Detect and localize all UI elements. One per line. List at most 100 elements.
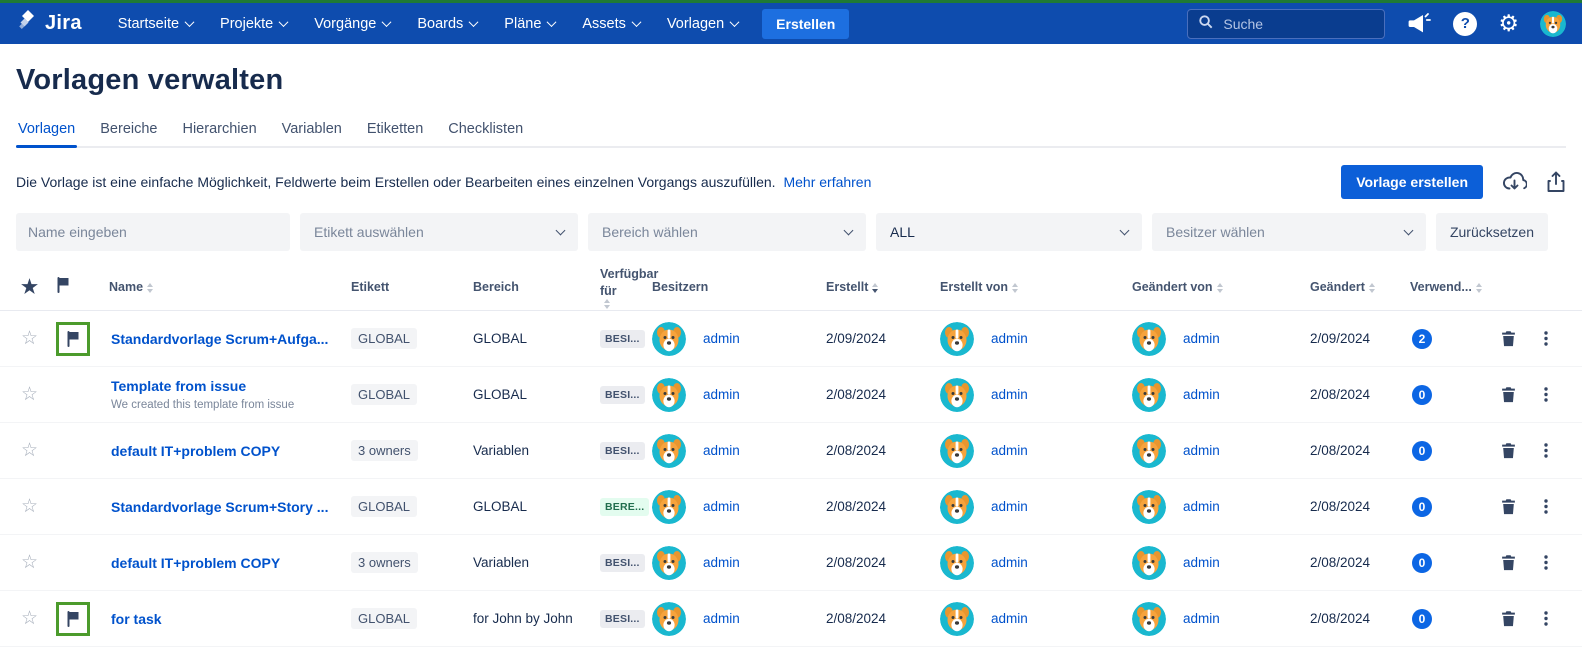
tab-bereiche[interactable]: Bereiche <box>98 121 159 146</box>
creator-avatar <box>940 378 974 412</box>
sort-icon <box>1369 283 1375 293</box>
owner-link[interactable]: admin <box>703 499 740 514</box>
header-bereich: Bereich <box>473 279 600 296</box>
megaphone-icon[interactable] <box>1406 12 1432 36</box>
modifier-link[interactable]: admin <box>1183 331 1220 346</box>
header-name[interactable]: Name <box>103 279 351 296</box>
owner-link[interactable]: admin <box>703 611 740 626</box>
more-menu-icon[interactable] <box>1538 498 1554 515</box>
main-menu-item[interactable]: Startseite <box>118 16 193 32</box>
scope-filter-select[interactable]: Bereich wählen <box>588 213 866 251</box>
star-header-icon[interactable]: ★ <box>16 275 38 301</box>
export-icon[interactable] <box>1546 171 1566 193</box>
header-geaendert-von[interactable]: Geändert von <box>1132 279 1310 296</box>
flag-header-icon[interactable] <box>56 277 70 298</box>
template-name-link[interactable]: for task <box>111 611 162 627</box>
delete-icon[interactable] <box>1500 554 1517 571</box>
tab-hierarchien[interactable]: Hierarchien <box>180 121 258 146</box>
delete-icon[interactable] <box>1500 386 1517 403</box>
modifier-link[interactable]: admin <box>1183 443 1220 458</box>
flag-box[interactable] <box>56 602 90 636</box>
owner-filter-select[interactable]: Besitzer wählen <box>1152 213 1426 251</box>
modifier-link[interactable]: admin <box>1183 611 1220 626</box>
label-filter-select[interactable]: Etikett auswählen <box>300 213 578 251</box>
creator-link[interactable]: admin <box>991 555 1028 570</box>
owner-link[interactable]: admin <box>703 555 740 570</box>
modifier-link[interactable]: admin <box>1183 387 1220 402</box>
main-menu-item[interactable]: Vorgänge <box>314 16 390 32</box>
creator-avatar <box>940 434 974 468</box>
main-menu-item[interactable]: Boards <box>417 16 477 32</box>
header-erstellt[interactable]: Erstellt <box>826 279 940 296</box>
template-name-link[interactable]: Standardvorlage Scrum+Story ... <box>111 499 328 515</box>
creator-link[interactable]: admin <box>991 331 1028 346</box>
main-menu-item[interactable]: Assets <box>582 16 640 32</box>
main-menu-item[interactable]: Vorlagen <box>667 16 738 32</box>
more-menu-icon[interactable] <box>1538 554 1554 571</box>
availability-chip[interactable]: BESI... <box>600 386 645 404</box>
flag-box[interactable] <box>56 322 90 356</box>
star-icon[interactable]: ☆ <box>16 607 38 630</box>
table-row: ☆ Standardvorlage Scrum+Story ... GLOBAL… <box>0 479 1582 535</box>
modifier-link[interactable]: admin <box>1183 499 1220 514</box>
header-erstellt-von[interactable]: Erstellt von <box>940 279 1132 296</box>
star-icon[interactable]: ☆ <box>16 327 38 350</box>
search-box[interactable] <box>1187 9 1385 39</box>
tab-checklisten[interactable]: Checklisten <box>446 121 525 146</box>
jira-logo[interactable]: Jira <box>16 9 82 38</box>
creator-link[interactable]: admin <box>991 499 1028 514</box>
star-icon[interactable]: ☆ <box>16 383 38 406</box>
template-name-link[interactable]: default IT+problem COPY <box>111 443 280 459</box>
create-template-button[interactable]: Vorlage erstellen <box>1341 165 1483 199</box>
availability-chip[interactable]: BESI... <box>600 610 645 628</box>
template-name-link[interactable]: Standardvorlage Scrum+Aufga... <box>111 331 328 347</box>
create-button[interactable]: Erstellen <box>762 9 849 39</box>
profile-avatar[interactable] <box>1540 11 1566 37</box>
availability-chip[interactable]: BESI... <box>600 330 645 348</box>
tab-variablen[interactable]: Variablen <box>280 121 344 146</box>
delete-icon[interactable] <box>1500 442 1517 459</box>
delete-icon[interactable] <box>1500 610 1517 627</box>
more-menu-icon[interactable] <box>1538 442 1554 459</box>
tab-etiketten[interactable]: Etiketten <box>365 121 425 146</box>
owner-link[interactable]: admin <box>703 387 740 402</box>
owner-link[interactable]: admin <box>703 443 740 458</box>
main-menu-item[interactable]: Pläne <box>504 16 555 32</box>
chevron-down-icon <box>382 17 392 27</box>
header-verwendungen[interactable]: Verwend... <box>1410 279 1496 296</box>
template-name-link[interactable]: Template from issue <box>111 378 246 394</box>
creator-link[interactable]: admin <box>991 611 1028 626</box>
availability-chip[interactable]: BESI... <box>600 554 645 572</box>
search-input[interactable] <box>1221 15 1374 33</box>
type-filter-select[interactable]: ALL <box>876 213 1142 251</box>
delete-icon[interactable] <box>1500 498 1517 515</box>
reset-filters-button[interactable]: Zurücksetzen <box>1436 213 1548 251</box>
chevron-down-icon <box>547 17 557 27</box>
name-filter-input[interactable] <box>16 213 290 251</box>
owner-link[interactable]: admin <box>703 331 740 346</box>
import-cloud-icon[interactable] <box>1502 171 1527 193</box>
availability-chip[interactable]: BERE... <box>600 498 649 516</box>
star-icon[interactable]: ☆ <box>16 439 38 462</box>
modified-date: 2/08/2024 <box>1310 387 1410 402</box>
template-name-link[interactable]: default IT+problem COPY <box>111 555 280 571</box>
learn-more-link[interactable]: Mehr erfahren <box>783 174 871 190</box>
main-menu-item[interactable]: Projekte <box>220 16 287 32</box>
creator-link[interactable]: admin <box>991 387 1028 402</box>
more-menu-icon[interactable] <box>1538 386 1554 403</box>
modifier-link[interactable]: admin <box>1183 555 1220 570</box>
header-geaendert[interactable]: Geändert <box>1310 279 1410 296</box>
star-icon[interactable]: ☆ <box>16 551 38 574</box>
settings-gear-icon[interactable]: ⚙ <box>1498 12 1519 35</box>
usage-count-badge: 0 <box>1412 609 1432 629</box>
more-menu-icon[interactable] <box>1538 610 1554 627</box>
header-verfuegbar-fuer[interactable]: Verfügbar für <box>600 266 652 310</box>
delete-icon[interactable] <box>1500 330 1517 347</box>
tab-vorlagen[interactable]: Vorlagen <box>16 121 77 146</box>
more-menu-icon[interactable] <box>1538 330 1554 347</box>
star-icon[interactable]: ☆ <box>16 495 38 518</box>
availability-chip[interactable]: BESI... <box>600 442 645 460</box>
help-icon[interactable]: ? <box>1453 12 1477 36</box>
usage-count-badge: 0 <box>1412 441 1432 461</box>
creator-link[interactable]: admin <box>991 443 1028 458</box>
